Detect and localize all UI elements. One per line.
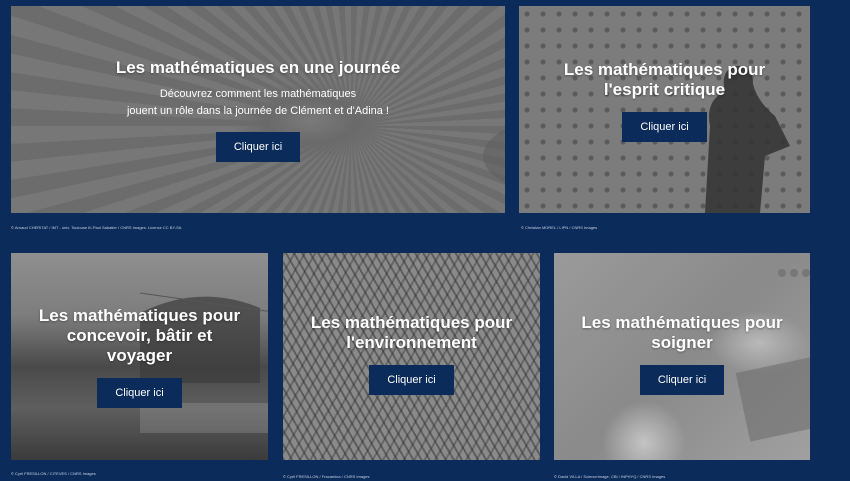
cliquer-ici-button[interactable]: Cliquer ici (97, 377, 182, 408)
cliquer-ici-button[interactable]: Cliquer ici (369, 364, 454, 395)
title-line-1: Les mathématiques pour (581, 312, 783, 332)
description-line-1: Découvrez comment les mathématiques (159, 87, 357, 100)
title-line-3: voyager (106, 345, 173, 365)
description-line-2: jouent un rôle dans la journée de Clémen… (126, 104, 389, 117)
card-title: Les mathématiques pour concevoir, bâtir … (39, 306, 240, 366)
image-credit: © David VILLA / ScienceImage, CBI / INPH… (554, 474, 666, 479)
image-credit: © Christian MOREL / LIPN / CNRS Images (521, 225, 598, 230)
cliquer-ici-button[interactable]: Cliquer ici (622, 111, 707, 142)
card-title: Les mathématiques pour soigner (581, 313, 782, 353)
card-content: Les mathématiques pour l'esprit critique… (544, 60, 785, 142)
title-line-1: Les mathématiques pour (38, 305, 241, 325)
title-line-2: l'environnement (346, 332, 477, 352)
card-esprit-critique[interactable]: Les mathématiques pour l'esprit critique… (519, 6, 810, 213)
title-line-1: Les mathématiques pour (563, 59, 766, 79)
image-credit: © Arnaud CHERITAT / IMT - univ. Toulouse… (11, 225, 182, 230)
card-concevoir-batir-voyager[interactable]: Les mathématiques pour concevoir, bâtir … (11, 253, 268, 460)
title-line-2: soigner (651, 332, 713, 352)
image-credit: © Cyril FRESILLON / Fracamina / CNRS Ima… (283, 474, 370, 479)
card-content: Les mathématiques pour l'environnement C… (291, 313, 532, 395)
card-soigner[interactable]: Les mathématiques pour soigner Cliquer i… (554, 253, 810, 460)
card-environnement[interactable]: Les mathématiques pour l'environnement C… (283, 253, 540, 460)
card-content: Les mathématiques pour concevoir, bâtir … (19, 306, 260, 408)
cliquer-ici-button[interactable]: Cliquer ici (215, 131, 301, 162)
title-line-2: l'esprit critique (603, 79, 726, 99)
title-line-2: concevoir, bâtir et (66, 325, 213, 345)
image-credit: © Cyril FRESILLON / CITEVES / CNRS Image… (11, 471, 96, 476)
cliquer-ici-button[interactable]: Cliquer ici (639, 364, 725, 395)
card-title: Les mathématiques pour l'esprit critique (564, 60, 765, 100)
card-maths-journee[interactable]: Les mathématiques en une journée Découvr… (11, 6, 505, 213)
card-content: Les mathématiques pour soigner Cliquer i… (561, 313, 802, 395)
card-description: Découvrez comment les mathématiques joue… (127, 86, 389, 120)
card-title: Les mathématiques en une journée (115, 57, 401, 77)
title-line-1: Les mathématiques pour (310, 312, 513, 332)
card-content: Les mathématiques en une journée Découvr… (96, 58, 420, 162)
card-title: Les mathématiques pour l'environnement (311, 313, 512, 353)
